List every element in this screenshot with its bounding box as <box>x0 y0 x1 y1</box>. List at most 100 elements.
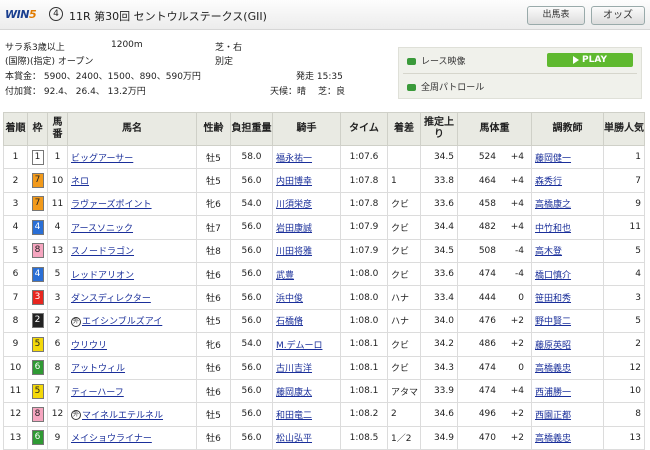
horse-name-link[interactable]: レッドアリオン <box>71 271 134 281</box>
trainer-link[interactable]: 高木登 <box>535 247 562 257</box>
top-bar: WIN5 4 11R 第30回 セントウルステークス(GII) 出馬表 オッズ <box>0 0 650 30</box>
jockey-cell: 武豊 <box>272 261 341 287</box>
horse-number: 13 <box>47 238 68 263</box>
col-header-sex-age: 性齢 <box>196 112 231 146</box>
jockey-link[interactable]: 川須栄彦 <box>276 200 312 210</box>
table-row: 4 4 4 アースソニック 牡7 56.0 岩田康誠 1:07.9 クビ 34.4 482 +4 中竹和… <box>3 215 645 240</box>
horse-name-link[interactable]: エイシンブルズアイ <box>82 317 162 327</box>
play-button[interactable]: PLAY <box>547 53 633 67</box>
col-header-popularity: 単勝人気 <box>603 112 645 146</box>
finish-position: 2 <box>3 168 28 193</box>
finish-position: 11 <box>3 378 28 404</box>
body-weight-cell: 486 +2 <box>457 332 532 357</box>
horse-name-link[interactable]: アットウィル <box>71 364 125 374</box>
trainer-link[interactable]: 西園正都 <box>535 411 571 421</box>
jockey-link[interactable]: 川田将雅 <box>276 247 312 257</box>
jockey-link[interactable]: 古川吉洋 <box>276 364 312 374</box>
trainer-link[interactable]: 笹田和秀 <box>535 294 571 304</box>
weather: 天候：晴 <box>270 87 307 97</box>
jockey-link[interactable]: M.デムーロ <box>276 341 322 351</box>
horse-name-link[interactable]: ビッグアーサー <box>71 154 133 164</box>
video-icon <box>407 58 416 65</box>
sex-age: 牡6 <box>196 425 231 450</box>
waku-cell: 3 <box>27 285 48 310</box>
waku-cell: 4 <box>27 261 48 287</box>
trainer-link[interactable]: 西浦勝一 <box>535 388 571 398</box>
body-weight-cell: 476 +2 <box>457 308 532 334</box>
jockey-cell: 松山弘平 <box>272 425 341 450</box>
body-weight: 486 <box>478 339 496 350</box>
jockey-link[interactable]: 浜中俊 <box>276 294 303 304</box>
waku-badge: 7 <box>31 196 44 212</box>
horse-name-cell: メイショウライナー <box>67 425 197 450</box>
jockey-link[interactable]: 福永祐一 <box>276 154 312 164</box>
trainer-link[interactable]: 藤岡健一 <box>535 154 571 164</box>
body-weight: 508 <box>478 245 496 256</box>
jockey-link[interactable]: 武豊 <box>276 271 294 281</box>
col-header-waku: 枠 <box>27 112 48 146</box>
waku-badge: 3 <box>31 290 44 306</box>
horse-name-link[interactable]: ティーハーフ <box>71 388 124 398</box>
carried-weight: 56.0 <box>230 168 273 193</box>
popularity: 11 <box>603 215 645 240</box>
horse-name-link[interactable]: ウリウリ <box>71 341 107 351</box>
foreign-mark: 外 <box>71 316 81 327</box>
carried-weight: 56.0 <box>230 215 273 240</box>
horse-name-cell: ダンスディレクター <box>67 285 197 310</box>
jockey-link[interactable]: 内田博幸 <box>276 177 312 187</box>
jockey-link[interactable]: 石橋脩 <box>276 317 303 327</box>
jockey-cell: 福永祐一 <box>272 144 341 170</box>
trainer-link[interactable]: 藤原英昭 <box>535 341 571 351</box>
horse-name-link[interactable]: ラヴァーズポイント <box>71 200 152 210</box>
trainer-link[interactable]: 橋口慎介 <box>535 271 571 281</box>
race-video-link[interactable]: レース映像 <box>407 54 466 67</box>
leg-number-badge: 4 <box>49 7 63 21</box>
entry-table-button[interactable]: 出馬表 <box>527 6 585 25</box>
table-row: 3 7 11 ラヴァーズポイント 牝6 54.0 川須栄彦 1:07.8 クビ 33.6 458 +4… <box>3 191 645 217</box>
trainer-link[interactable]: 森秀行 <box>535 177 562 187</box>
col-header-horse-number: 馬番 <box>47 112 68 146</box>
race-time: 1:08.1 <box>340 355 388 380</box>
trainer-link[interactable]: 高橋康之 <box>535 200 571 210</box>
margin: クビ <box>387 332 421 357</box>
trainer-link[interactable]: 野中賢二 <box>535 317 571 327</box>
body-weight-cell: 474 -4 <box>457 261 532 287</box>
patrol-video-link[interactable]: 全周パトロール <box>407 80 484 93</box>
horse-name-link[interactable]: スノードラゴン <box>71 247 134 257</box>
trainer-link[interactable]: 高橋義忠 <box>535 434 571 444</box>
horse-name-link[interactable]: マイネルエテルネル <box>82 411 163 421</box>
horse-name-link[interactable]: ダンスディレクター <box>71 294 151 304</box>
horse-name-link[interactable]: アースソニック <box>71 224 133 234</box>
waku-cell: 8 <box>27 238 48 263</box>
body-weight: 496 <box>478 409 496 420</box>
race-course: 芝・右 <box>215 43 243 53</box>
body-weight-cell: 470 +2 <box>457 425 532 450</box>
result-table: 着順 枠 馬番 馬名 性齢 負担重量 騎手 タイム 着差 推定上り 馬体重 調教… <box>3 112 645 450</box>
horse-name-cell: 外エイシンブルズアイ <box>67 308 197 334</box>
jockey-cell: M.デムーロ <box>272 332 341 357</box>
waku-cell: 7 <box>27 191 48 217</box>
trainer-link[interactable]: 高橋義忠 <box>535 364 571 374</box>
last-3f: 34.3 <box>420 355 458 380</box>
trainer-cell: 中竹和也 <box>531 215 604 240</box>
trainer-link[interactable]: 中竹和也 <box>535 224 571 234</box>
horse-name-link[interactable]: ネロ <box>71 177 89 187</box>
jockey-link[interactable]: 岩田康誠 <box>276 224 312 234</box>
jockey-link[interactable]: 藤岡康太 <box>276 388 312 398</box>
horse-name-cell: ウリウリ <box>67 332 197 357</box>
finish-position: 13 <box>3 425 28 450</box>
body-weight-diff: -4 <box>515 245 524 256</box>
horse-number: 6 <box>47 332 68 357</box>
sex-age: 牡6 <box>196 378 231 404</box>
body-weight: 464 <box>478 175 496 186</box>
jockey-link[interactable]: 和田竜二 <box>276 411 312 421</box>
sex-age: 牡7 <box>196 215 231 240</box>
horse-number: 12 <box>47 402 68 427</box>
odds-button[interactable]: オッズ <box>591 6 645 25</box>
last-3f: 33.8 <box>420 168 458 193</box>
carried-weight: 56.0 <box>230 285 273 310</box>
jockey-link[interactable]: 松山弘平 <box>276 434 312 444</box>
horse-name-link[interactable]: メイショウライナー <box>71 434 152 444</box>
horse-name-cell: ティーハーフ <box>67 378 197 404</box>
waku-cell: 5 <box>27 378 48 404</box>
